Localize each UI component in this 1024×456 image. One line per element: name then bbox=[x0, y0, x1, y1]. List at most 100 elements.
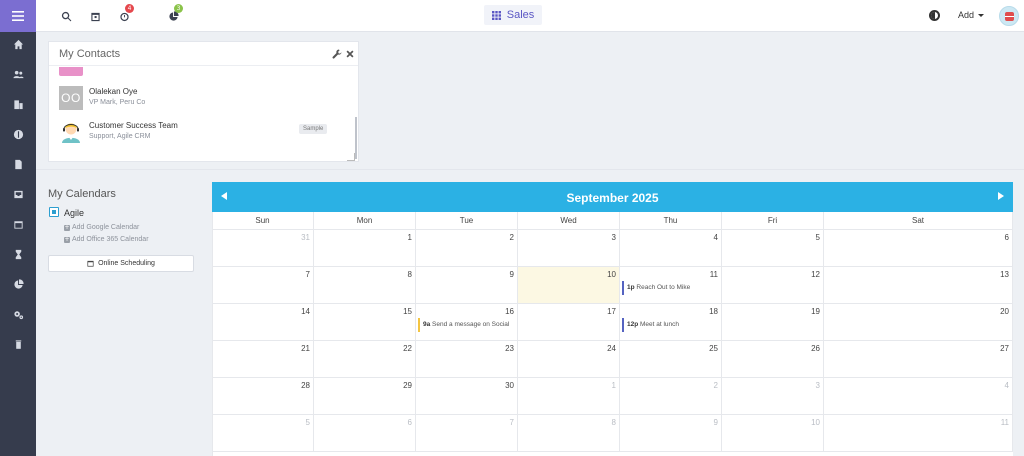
calendar-day[interactable]: 5 bbox=[212, 415, 314, 452]
close-icon[interactable] bbox=[345, 48, 355, 58]
day-number: 5 bbox=[815, 233, 820, 242]
calendar-day[interactable]: 18 12p Meet at lunch bbox=[620, 304, 722, 341]
sidebar-item-companies[interactable] bbox=[0, 89, 36, 119]
day-number: 27 bbox=[1000, 344, 1009, 353]
sidebar-item-calendar[interactable] bbox=[0, 209, 36, 239]
dashboard-sales-button[interactable]: Sales bbox=[484, 5, 542, 25]
day-number: 11 bbox=[709, 270, 718, 279]
add-label: Add bbox=[958, 10, 975, 20]
contact-item[interactable]: OO Olalekan Oye VP Mark, Peru Co bbox=[59, 86, 349, 114]
calendar-day[interactable]: 28 bbox=[212, 378, 314, 415]
calendar-day[interactable]: 25 bbox=[620, 341, 722, 378]
calendar-day[interactable]: 11 1p Reach Out to Mike bbox=[620, 267, 722, 304]
calendar-day[interactable]: 24 bbox=[518, 341, 620, 378]
reminders-button[interactable]: 4 bbox=[116, 4, 134, 24]
calendar-day[interactable]: 12 bbox=[722, 267, 824, 304]
sidebar-item-home[interactable] bbox=[0, 29, 36, 59]
day-number: 29 bbox=[403, 381, 412, 390]
calendar-day[interactable]: 1 bbox=[518, 378, 620, 415]
contacts-scrollbar[interactable] bbox=[355, 117, 357, 159]
grid-icon bbox=[491, 10, 501, 20]
calendar-day[interactable]: 2 bbox=[620, 378, 722, 415]
day-number: 10 bbox=[607, 270, 616, 279]
add-menu-button[interactable]: Add bbox=[958, 10, 985, 20]
calendar-grid: Sun Mon Tue Wed Thu Fri Sat 31 1 2 3 4 5 6 7 8 9 10 11 1p R… bbox=[212, 212, 1013, 456]
calendar-day[interactable]: 2 bbox=[416, 230, 518, 267]
calendar-day[interactable]: 3 bbox=[518, 230, 620, 267]
sidebar-item-contacts[interactable] bbox=[0, 59, 36, 89]
sidebar-item-inbox[interactable] bbox=[0, 179, 36, 209]
calendar-day[interactable]: 10 bbox=[722, 415, 824, 452]
resize-handle[interactable] bbox=[347, 153, 355, 161]
user-avatar[interactable] bbox=[999, 6, 1019, 26]
day-number: 12 bbox=[811, 270, 820, 279]
calendar-day[interactable]: 7 bbox=[416, 415, 518, 452]
sidebar-item-settings[interactable] bbox=[0, 299, 36, 329]
calendar-day[interactable]: 4 bbox=[824, 378, 1013, 415]
contact-item[interactable]: Customer Success Team Support, Agile CRM… bbox=[59, 120, 349, 148]
calendar-event[interactable]: 9a Send a message on Social bbox=[418, 318, 509, 332]
calendar-day[interactable]: 4 bbox=[620, 230, 722, 267]
wrench-icon[interactable] bbox=[332, 48, 342, 59]
calendar-day[interactable]: 7 bbox=[212, 267, 314, 304]
contact-name[interactable]: Customer Success Team bbox=[89, 121, 178, 130]
sidebar-item-trash[interactable] bbox=[0, 329, 36, 359]
calendar-day[interactable]: 20 bbox=[824, 304, 1013, 341]
calendar-day[interactable]: 8 bbox=[314, 267, 416, 304]
calendar-event[interactable]: 12p Meet at lunch bbox=[622, 318, 679, 332]
calendar-day[interactable]: 23 bbox=[416, 341, 518, 378]
search-button[interactable] bbox=[58, 8, 74, 24]
sidebar-item-tasks[interactable] bbox=[0, 239, 36, 269]
calendar-day[interactable]: 31 bbox=[212, 230, 314, 267]
pie-chart-icon bbox=[13, 278, 24, 289]
theme-toggle-icon[interactable] bbox=[929, 10, 940, 21]
day-number: 1 bbox=[611, 381, 616, 390]
top-bar: 4 3 Sales Add bbox=[36, 0, 1024, 32]
calendar-day[interactable]: 9 bbox=[416, 267, 518, 304]
calendar-day[interactable]: 17 bbox=[518, 304, 620, 341]
calendar-button[interactable] bbox=[87, 8, 103, 24]
calendar-day[interactable]: 14 bbox=[212, 304, 314, 341]
sidebar-item-documents[interactable] bbox=[0, 149, 36, 179]
day-number: 11 bbox=[1000, 418, 1009, 427]
next-month-icon[interactable] bbox=[998, 192, 1004, 200]
calendar-day[interactable]: 5 bbox=[722, 230, 824, 267]
users-icon bbox=[12, 70, 24, 78]
menu-toggle-button[interactable] bbox=[0, 0, 36, 32]
day-number: 2 bbox=[713, 381, 718, 390]
plus-icon: + bbox=[64, 223, 70, 231]
day-number: 6 bbox=[1004, 233, 1009, 242]
calendar-day[interactable]: 27 bbox=[824, 341, 1013, 378]
add-office-calendar-link[interactable]: + Add Office 365 Calendar bbox=[64, 236, 149, 243]
day-number: 23 bbox=[505, 344, 514, 353]
day-number: 4 bbox=[1004, 381, 1009, 390]
day-number: 8 bbox=[407, 270, 412, 279]
calendar-event[interactable]: 1p Reach Out to Mike bbox=[622, 281, 690, 295]
calendar-day[interactable]: 29 bbox=[314, 378, 416, 415]
calendar-day[interactable]: 9 bbox=[620, 415, 722, 452]
sidebar-item-reports[interactable] bbox=[0, 269, 36, 299]
add-google-calendar-link[interactable]: + Add Google Calendar bbox=[64, 224, 139, 231]
calendar-day[interactable]: 19 bbox=[722, 304, 824, 341]
calendar-day[interactable]: 26 bbox=[722, 341, 824, 378]
calendar-day[interactable]: 15 bbox=[314, 304, 416, 341]
calendar-day[interactable]: 1 bbox=[314, 230, 416, 267]
agile-calendar-checkbox[interactable] bbox=[49, 207, 59, 217]
calendar-day[interactable]: 11 bbox=[824, 415, 1013, 452]
calendar-day[interactable]: 16 9a Send a message on Social bbox=[416, 304, 518, 341]
calendar-day[interactable]: 8 bbox=[518, 415, 620, 452]
calendar-day-today[interactable]: 10 bbox=[518, 267, 620, 304]
sidebar-item-deals[interactable] bbox=[0, 119, 36, 149]
contact-name[interactable]: Olalekan Oye bbox=[89, 87, 137, 96]
calendar-day[interactable]: 22 bbox=[314, 341, 416, 378]
calendar-day[interactable]: 13 bbox=[824, 267, 1013, 304]
weekday-header: Wed bbox=[518, 212, 620, 230]
calendar-day[interactable]: 21 bbox=[212, 341, 314, 378]
calendar-day[interactable]: 6 bbox=[824, 230, 1013, 267]
calendar-day[interactable]: 3 bbox=[722, 378, 824, 415]
online-scheduling-button[interactable]: Online Scheduling bbox=[48, 255, 194, 272]
calendar-day[interactable]: 6 bbox=[314, 415, 416, 452]
month-title: September 2025 bbox=[566, 191, 659, 205]
calendar-day[interactable]: 30 bbox=[416, 378, 518, 415]
notifications-button[interactable]: 3 bbox=[165, 4, 183, 24]
